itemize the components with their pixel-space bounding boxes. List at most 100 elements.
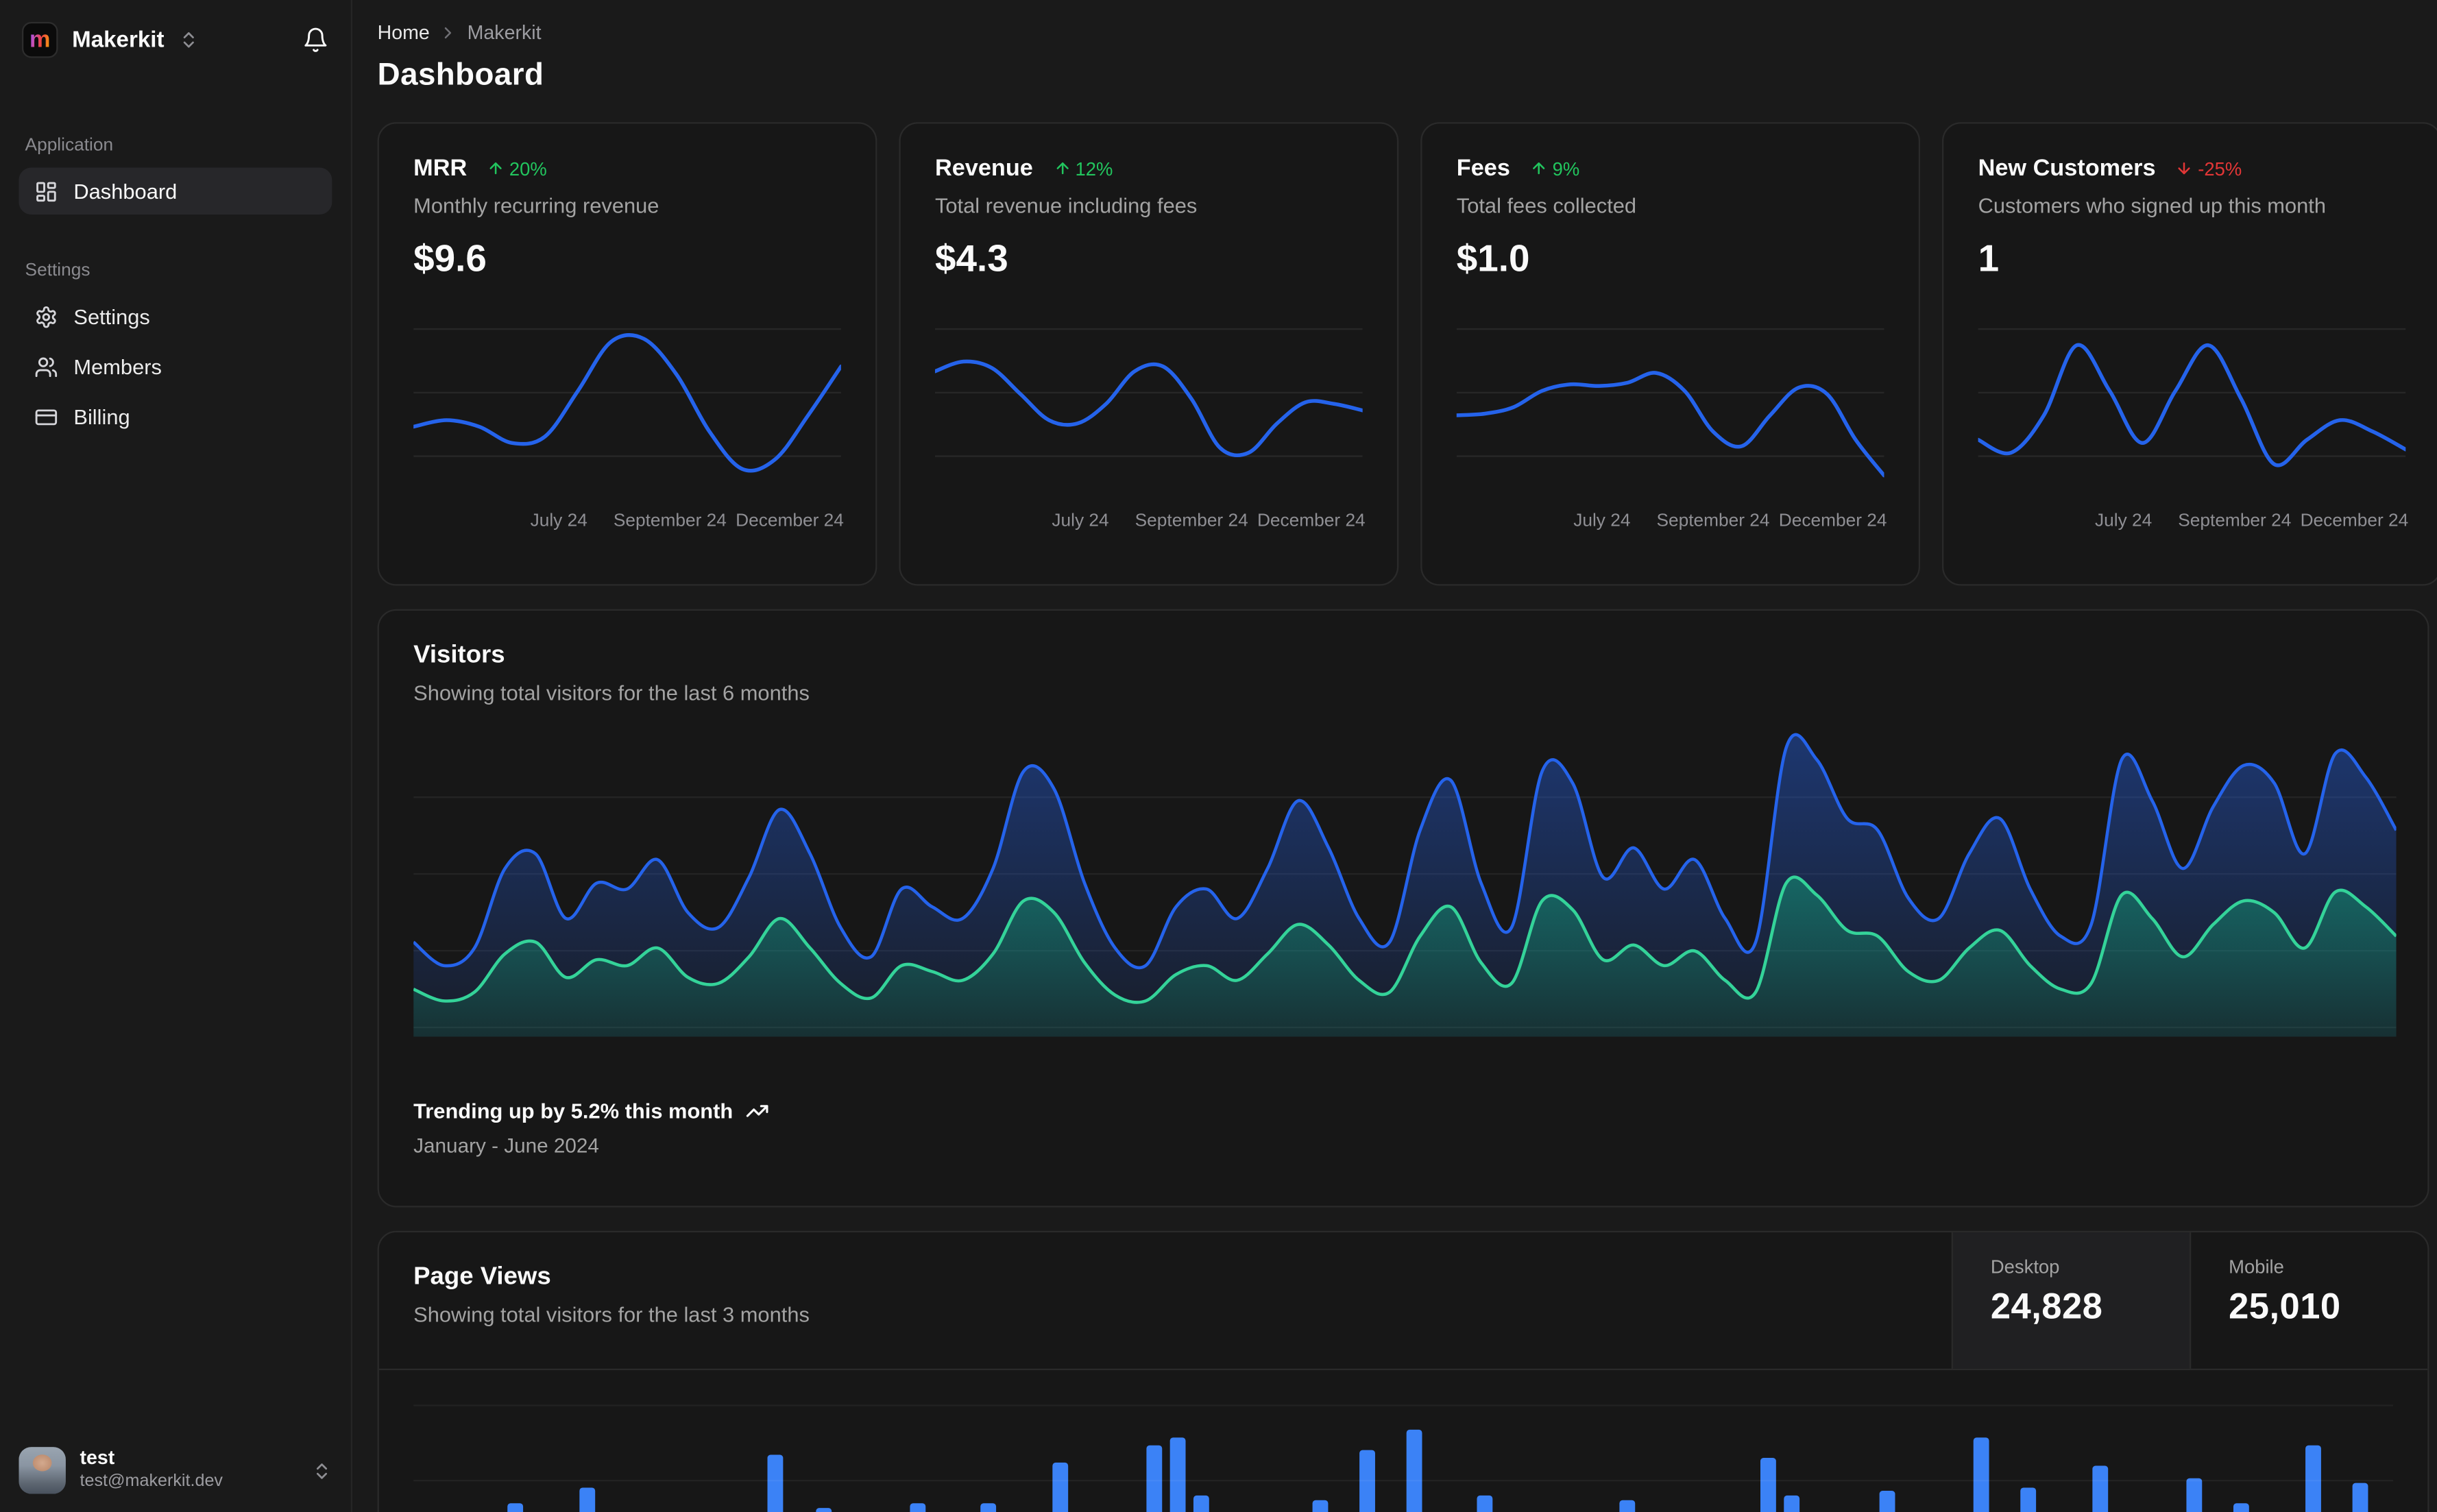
bar[interactable] bbox=[1618, 1500, 1635, 1512]
sidebar-item-label: Billing bbox=[73, 404, 130, 428]
bar[interactable] bbox=[1193, 1495, 1210, 1512]
stat-trend: -25% bbox=[2176, 158, 2242, 180]
visitors-area-chart[interactable] bbox=[412, 730, 2398, 1037]
bar[interactable] bbox=[2233, 1503, 2250, 1512]
makerkit-dashboard: m Makerkit Application Dashboard Setting… bbox=[0, 0, 2437, 1512]
tab-desktop[interactable]: Desktop 24,828 bbox=[1951, 1232, 2190, 1369]
sidebar-item-label: Dashboard bbox=[73, 179, 178, 203]
x-tick-label: September 24 bbox=[613, 512, 727, 531]
user-name: test bbox=[80, 1447, 115, 1470]
bar[interactable] bbox=[2186, 1478, 2203, 1512]
sidebar-item-dashboard[interactable]: Dashboard bbox=[19, 167, 332, 215]
page-views-title: Page Views bbox=[413, 1263, 551, 1291]
bar[interactable] bbox=[1760, 1458, 1777, 1512]
sidebar-item-label: Settings bbox=[73, 304, 150, 328]
bar[interactable] bbox=[1406, 1429, 1422, 1512]
breadcrumb: Home Makerkit bbox=[378, 22, 2429, 44]
bar[interactable] bbox=[1974, 1437, 1989, 1512]
page-views-header: Page Views Showing total visitors for th… bbox=[378, 1232, 2428, 1371]
logo-letter: m bbox=[29, 26, 51, 53]
trending-up-icon bbox=[746, 1099, 769, 1123]
stat-subtitle: Total fees collected bbox=[1456, 194, 1637, 218]
stat-trend-value: -25% bbox=[2198, 157, 2242, 180]
bar[interactable] bbox=[2021, 1487, 2037, 1512]
notifications-button[interactable] bbox=[302, 27, 329, 53]
stat-title: Fees bbox=[1456, 155, 1510, 182]
stat-subtitle: Monthly recurring revenue bbox=[413, 194, 659, 218]
page-views-subtitle: Showing total visitors for the last 3 mo… bbox=[413, 1302, 810, 1327]
users-icon bbox=[34, 354, 58, 378]
bar[interactable] bbox=[768, 1454, 784, 1512]
trend-up-icon bbox=[487, 160, 505, 177]
stat-trend-value: 20% bbox=[509, 157, 547, 180]
bar[interactable] bbox=[815, 1508, 832, 1512]
bar[interactable] bbox=[910, 1503, 926, 1512]
stat-card: MRR 20% Monthly recurring revenue $9.6 J… bbox=[377, 122, 877, 586]
credit-card-icon bbox=[34, 405, 58, 428]
page-views-bar-chart[interactable] bbox=[413, 1380, 2394, 1512]
sidebar-item-settings[interactable]: Settings bbox=[19, 293, 332, 340]
tab-desktop-value: 24,828 bbox=[1990, 1285, 2103, 1327]
stat-trend-value: 9% bbox=[1552, 157, 1580, 180]
breadcrumb-home-link[interactable]: Home bbox=[378, 22, 430, 44]
bar[interactable] bbox=[1146, 1445, 1163, 1512]
trend-up-icon bbox=[1531, 160, 1548, 177]
bar[interactable] bbox=[2351, 1483, 2368, 1512]
stat-sparkline[interactable] bbox=[1456, 317, 1884, 498]
visitors-footer: Trending up by 5.2% this month January -… bbox=[413, 1099, 2393, 1158]
sidebar-item-label: Members bbox=[73, 354, 162, 378]
stat-trend-value: 12% bbox=[1075, 157, 1113, 180]
layout-dashboard-icon bbox=[34, 180, 58, 203]
sparkline-x-labels: July 24 September 24 December 24 bbox=[1978, 512, 2408, 537]
user-email: test@makerkit.dev bbox=[80, 1472, 223, 1491]
sidebar: m Makerkit Application Dashboard Setting… bbox=[0, 0, 353, 1512]
tab-mobile-label: Mobile bbox=[2229, 1256, 2284, 1278]
sidebar-item-billing[interactable]: Billing bbox=[19, 393, 332, 440]
chevrons-up-down-icon bbox=[178, 29, 199, 50]
visitors-date-range: January - June 2024 bbox=[413, 1134, 599, 1158]
bar[interactable] bbox=[2304, 1445, 2320, 1512]
visitors-card: Visitors Showing total visitors for the … bbox=[377, 609, 2429, 1208]
workspace-switcher[interactable]: m Makerkit bbox=[0, 0, 351, 73]
settings-gear-icon bbox=[34, 304, 58, 328]
sidebar-nav: Application Dashboard Settings Settings … bbox=[0, 73, 351, 1428]
bar[interactable] bbox=[1052, 1462, 1068, 1512]
x-tick-label: December 24 bbox=[1257, 512, 1366, 531]
stat-value: $1.0 bbox=[1456, 238, 1530, 280]
stat-cards-row: MRR 20% Monthly recurring revenue $9.6 J… bbox=[377, 122, 2437, 586]
bar[interactable] bbox=[980, 1503, 997, 1512]
makerkit-logo: m bbox=[21, 21, 58, 58]
sparkline-x-labels: July 24 September 24 December 24 bbox=[413, 512, 844, 537]
page-title: Dashboard bbox=[377, 58, 544, 93]
bar[interactable] bbox=[2092, 1465, 2108, 1512]
sidebar-item-members[interactable]: Members bbox=[19, 343, 332, 390]
stat-card: Revenue 12% Total revenue including fees… bbox=[899, 122, 1399, 586]
x-tick-label: September 24 bbox=[2178, 512, 2292, 531]
stat-value: 1 bbox=[1978, 238, 2000, 280]
stat-sparkline[interactable] bbox=[934, 317, 1363, 498]
bar[interactable] bbox=[1477, 1495, 1493, 1512]
x-tick-label: July 24 bbox=[1573, 512, 1631, 531]
stat-value: $9.6 bbox=[413, 238, 487, 280]
bar[interactable] bbox=[579, 1487, 595, 1512]
stat-sparkline[interactable] bbox=[1978, 317, 2406, 498]
bar[interactable] bbox=[1879, 1491, 1895, 1512]
stat-subtitle: Total revenue including fees bbox=[934, 194, 1198, 218]
workspace-name: Makerkit bbox=[72, 27, 165, 53]
bar[interactable] bbox=[1311, 1500, 1328, 1512]
stat-sparkline[interactable] bbox=[413, 317, 841, 498]
stat-card: New Customers -25% Customers who signed … bbox=[1942, 122, 2437, 586]
bar[interactable] bbox=[508, 1503, 524, 1512]
bar[interactable] bbox=[1784, 1495, 1801, 1512]
main-content: Home Makerkit Dashboard MRR 20% Monthly … bbox=[354, 0, 2437, 1512]
x-tick-label: December 24 bbox=[736, 512, 844, 531]
tab-mobile[interactable]: Mobile 25,010 bbox=[2190, 1232, 2427, 1369]
user-menu[interactable]: test test@makerkit.dev bbox=[0, 1428, 351, 1512]
bar[interactable] bbox=[1169, 1437, 1186, 1512]
avatar bbox=[19, 1447, 66, 1494]
chevrons-up-down-icon bbox=[312, 1460, 332, 1480]
stat-card: Fees 9% Total fees collected $1.0 July 2… bbox=[1420, 122, 1921, 586]
visitors-subtitle: Showing total visitors for the last 6 mo… bbox=[413, 681, 810, 705]
sparkline-x-labels: July 24 September 24 December 24 bbox=[1457, 512, 1887, 537]
breadcrumb-current: Makerkit bbox=[467, 21, 542, 44]
